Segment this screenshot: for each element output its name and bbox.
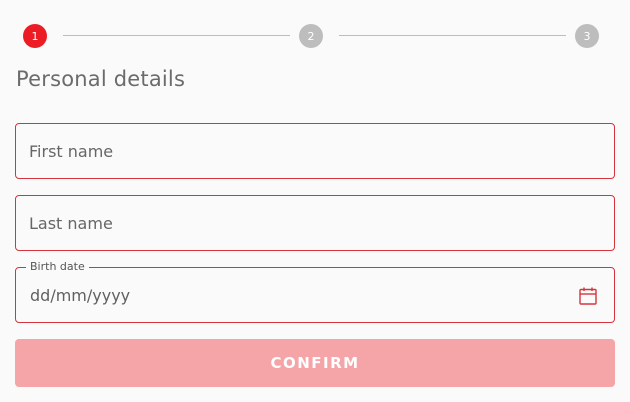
step-3-indicator[interactable]: 3 <box>575 24 599 48</box>
birth-date-field[interactable]: Birth date dd/mm/yyyy <box>15 260 615 323</box>
page-title: Personal details <box>16 67 186 91</box>
calendar-icon[interactable] <box>578 286 598 306</box>
step-2-number: 2 <box>307 29 315 43</box>
confirm-button[interactable]: CONFIRM <box>15 339 615 387</box>
step-connector-1 <box>63 35 290 36</box>
step-3-number: 3 <box>583 29 591 43</box>
step-1-indicator[interactable]: 1 <box>23 24 47 48</box>
first-name-field[interactable] <box>15 123 615 179</box>
last-name-field[interactable] <box>15 195 615 251</box>
birth-date-input[interactable]: dd/mm/yyyy <box>30 268 130 322</box>
last-name-input[interactable] <box>29 196 569 250</box>
step-1-number: 1 <box>31 29 39 43</box>
step-2-indicator[interactable]: 2 <box>299 24 323 48</box>
first-name-input[interactable] <box>29 124 569 178</box>
step-connector-2 <box>339 35 566 36</box>
personal-details-page: 1 2 3 Personal details Birth date dd/mm/… <box>0 0 630 402</box>
